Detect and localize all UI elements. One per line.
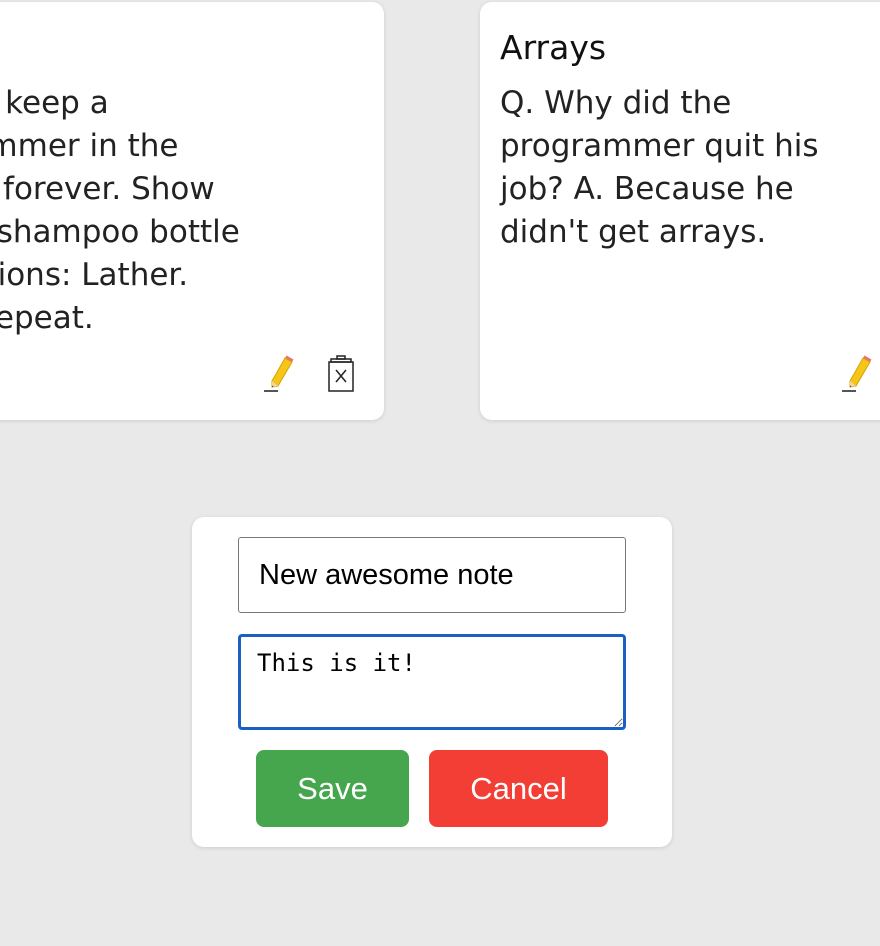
note-body-textarea[interactable]: This is it! bbox=[238, 634, 626, 730]
pencil-icon[interactable] bbox=[842, 354, 876, 394]
notes-board: ps y to keep a grammer in the wer foreve… bbox=[0, 0, 880, 946]
note-card: ps y to keep a grammer in the wer foreve… bbox=[0, 2, 384, 420]
note-actions bbox=[842, 354, 876, 394]
note-actions bbox=[264, 354, 358, 394]
trash-icon[interactable] bbox=[324, 354, 358, 394]
note-editor: This is it! Save Cancel bbox=[192, 517, 672, 847]
note-title-input[interactable] bbox=[238, 537, 626, 613]
note-title: Arrays bbox=[500, 28, 607, 67]
pencil-icon[interactable] bbox=[264, 354, 298, 394]
cancel-button[interactable]: Cancel bbox=[429, 750, 608, 827]
save-button[interactable]: Save bbox=[256, 750, 409, 827]
note-card: Arrays Q. Why did the programmer quit hi… bbox=[480, 2, 880, 420]
note-body: Q. Why did the programmer quit his job? … bbox=[500, 85, 819, 250]
note-body: y to keep a grammer in the wer forever. … bbox=[0, 85, 240, 336]
